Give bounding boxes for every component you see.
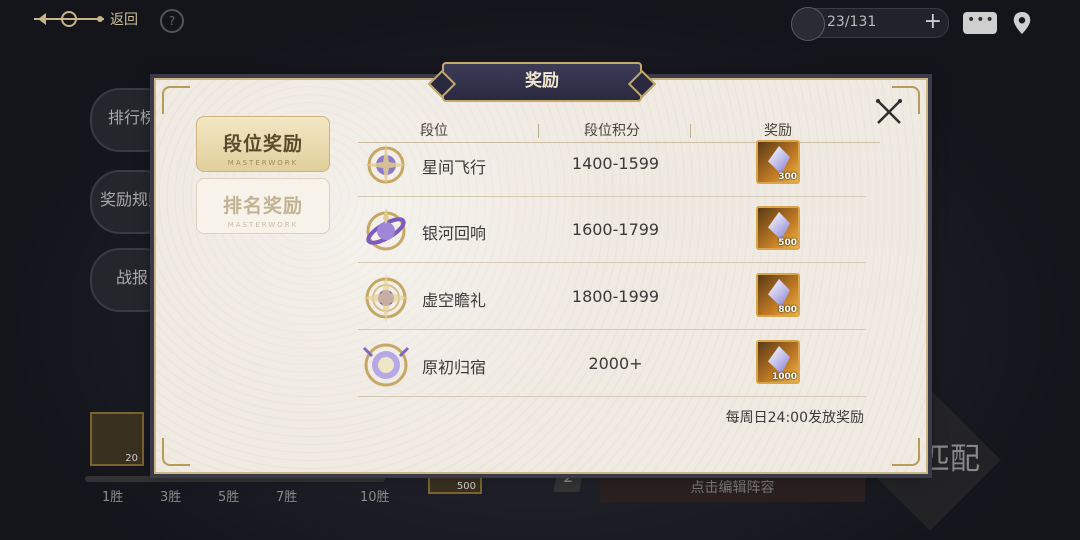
win-milestone: 1胜: [102, 490, 124, 505]
reward-item[interactable]: 1000: [756, 340, 800, 384]
back-label: 返回: [110, 12, 138, 28]
stamina-counter: 23/131 +: [791, 7, 949, 41]
rank-score: 1800-1999: [571, 287, 660, 306]
rank-emblem-icon: [362, 273, 410, 323]
back-ornament-icon: [34, 11, 104, 27]
rank-emblem-icon: [362, 343, 410, 387]
reward-item[interactable]: 300: [756, 140, 800, 184]
rank-name: 虚空瞻礼: [422, 291, 487, 310]
chat-icon[interactable]: [963, 12, 997, 34]
reward-schedule-note: 每周日24:00发放奖励: [725, 410, 864, 426]
reward-item[interactable]: 500: [756, 206, 800, 250]
tab-label: 段位奖励: [222, 133, 303, 155]
corner-ornament: [162, 438, 190, 466]
reward-qty: 300: [778, 172, 797, 182]
claimed-reward-qty: 20: [125, 453, 138, 464]
stamina-add-button[interactable]: +: [924, 9, 942, 34]
stamina-icon: [791, 7, 825, 41]
help-icon[interactable]: ?: [160, 9, 184, 33]
tab-label: 排名奖励: [222, 195, 303, 217]
modal-title: 奖励: [442, 62, 642, 102]
corner-ornament: [892, 438, 920, 466]
table-row: 虚空瞻礼 1800-1999 800: [358, 263, 866, 330]
rank-name: 星间飞行: [422, 158, 487, 177]
crystal-icon: [768, 346, 790, 374]
top-bar: 返回 ? 23/131 +: [0, 0, 1080, 46]
tab-ranking-rewards[interactable]: 排名奖励 MASTERWORK: [196, 178, 330, 234]
crystal-icon: [768, 146, 790, 174]
rank-emblem-icon: [364, 144, 408, 186]
win-milestone: 10胜: [360, 490, 390, 505]
back-button[interactable]: 返回: [34, 6, 138, 32]
crystal-icon: [768, 212, 790, 240]
tab-sublabel: MASTERWORK: [227, 159, 299, 167]
table-row: 银河回响 1600-1799 500: [358, 196, 866, 263]
stamina-value: 23/131: [827, 14, 877, 30]
match-label: 匹配: [920, 442, 980, 477]
table-row: 原初归宿 2000+ 1000: [358, 330, 866, 397]
reward-qty: 500: [778, 238, 797, 248]
rank-score: 1400-1599: [571, 154, 660, 173]
location-pin-icon[interactable]: [1012, 12, 1032, 34]
crystal-icon: [768, 279, 790, 307]
reward-item-qty: 500: [456, 481, 476, 492]
reward-qty: 800: [778, 305, 797, 315]
edit-lineup-button: 点击编辑阵容: [600, 474, 865, 502]
reward-item[interactable]: 800: [756, 273, 800, 317]
reward-qty: 1000: [771, 372, 797, 382]
corner-ornament: [162, 86, 190, 114]
win-milestone: 3胜: [160, 490, 182, 505]
win-milestone: 5胜: [218, 490, 240, 505]
table-row: 星间飞行 1400-1599 300: [358, 130, 866, 197]
claimed-reward-item: 20: [90, 412, 144, 466]
rank-emblem-icon: [366, 208, 406, 251]
rank-score: 1600-1799: [571, 220, 660, 239]
rank-name: 原初归宿: [422, 358, 487, 377]
tab-sublabel: MASTERWORK: [227, 221, 299, 229]
rank-score: 2000+: [588, 354, 643, 373]
rank-name: 银河回响: [422, 224, 487, 243]
tab-rank-rewards[interactable]: 段位奖励 MASTERWORK: [196, 116, 330, 172]
win-milestone: 7胜: [276, 490, 298, 505]
win-progress-bar: [85, 476, 385, 482]
